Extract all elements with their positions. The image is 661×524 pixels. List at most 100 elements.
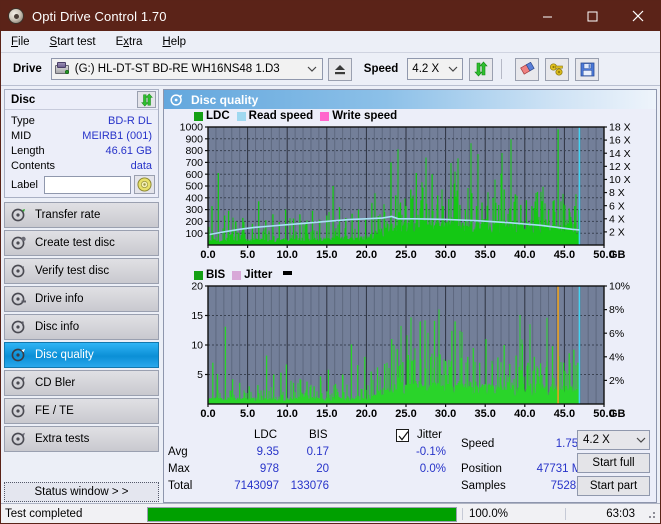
minimize-button[interactable]: [525, 1, 570, 31]
maximize-button[interactable]: [570, 1, 615, 31]
disc-test-icon: [11, 207, 27, 223]
ldc-plot[interactable]: 100 200 300 400 500 600 700 800 900 1000 2 X4 X6 X…: [164, 123, 656, 266]
legend-label: BIS: [206, 269, 226, 281]
svg-text:5.0: 5.0: [240, 249, 255, 261]
sidebar-item-extra-tests[interactable]: Extra tests: [4, 426, 159, 452]
drive-info-icon: [11, 291, 27, 307]
window-controls: [525, 1, 660, 31]
jitter-label: Jitter: [417, 429, 442, 441]
disc-refresh-button[interactable]: [137, 91, 156, 108]
sidebar-item-label: CD Bler: [35, 377, 76, 389]
save-icon: [580, 62, 595, 76]
disc-quality-icon: [11, 347, 27, 363]
refresh-icon: [140, 92, 153, 107]
sidebar-item-disc-info[interactable]: Disc info: [4, 314, 159, 340]
drive-label: Drive: [13, 63, 42, 75]
save-button[interactable]: [575, 57, 600, 81]
start-full-button[interactable]: Start full: [577, 453, 650, 473]
bitsetting-button[interactable]: [545, 57, 570, 81]
elapsed-time: 63:03: [565, 508, 645, 520]
close-button[interactable]: [615, 1, 660, 31]
svg-text:1000: 1000: [180, 123, 204, 134]
svg-text:40.0: 40.0: [514, 249, 535, 261]
svg-text:15.0: 15.0: [316, 249, 337, 261]
sidebar-item-verify-test-disc[interactable]: Verify test disc: [4, 258, 159, 284]
disc-label-row: Label: [5, 173, 158, 197]
eject-button[interactable]: [327, 57, 352, 81]
bis-plot[interactable]: 5 10 15 20 2% 4% 6% 8% 10% 0.0 5.0 10.0 15.0 20.0 25.0…: [164, 282, 656, 425]
disc-label-button[interactable]: [134, 175, 155, 194]
svg-text:0.0: 0.0: [200, 249, 215, 261]
ldc-chart-legend: LDC Read speed Write speed: [164, 109, 656, 123]
svg-text:10.0: 10.0: [276, 408, 297, 420]
disc-row-key: Type: [11, 114, 35, 127]
svg-text:45.0: 45.0: [554, 249, 575, 261]
speed-label: Speed: [363, 63, 399, 75]
refresh-button[interactable]: [469, 57, 494, 81]
disc-label-input[interactable]: [43, 175, 131, 194]
disc-row-key: MID: [11, 129, 32, 142]
svg-text:8 X: 8 X: [609, 187, 625, 199]
sidebar-item-disc-quality[interactable]: Disc quality: [4, 342, 159, 368]
disc-info-icon: [11, 319, 27, 335]
sidebar-item-label: Create test disc: [35, 237, 115, 249]
stats-row-header-max: Max: [168, 463, 190, 475]
status-text: Test completed: [5, 508, 83, 520]
sidebar-item-cd-bler[interactable]: CD Bler: [4, 370, 159, 396]
extra-tests-icon: [11, 431, 27, 447]
svg-text:12 X: 12 X: [609, 161, 631, 173]
check-icon: [398, 431, 409, 441]
sidebar-item-create-test-disc[interactable]: Create test disc: [4, 230, 159, 256]
speed-select[interactable]: 4.2 X: [407, 58, 464, 80]
svg-text:10.0: 10.0: [276, 249, 297, 261]
svg-text:14 X: 14 X: [609, 148, 631, 160]
status-window-button[interactable]: Status window > >: [4, 482, 159, 502]
menu-extra[interactable]: Extra: [114, 34, 152, 50]
svg-text:15: 15: [191, 310, 203, 322]
main-panel-title: Disc quality: [191, 92, 259, 107]
legend-label: Jitter: [244, 269, 273, 281]
toolbar: Drive (G:) HL-DT-ST BD-RE WH16NS48 1.D3 …: [1, 53, 660, 86]
menu-help[interactable]: Help: [160, 34, 195, 50]
menu-start-test[interactable]: Start test: [48, 34, 105, 50]
svg-text:10 X: 10 X: [609, 174, 631, 186]
svg-text:40.0: 40.0: [514, 408, 535, 420]
main-panel-header: Disc quality: [164, 90, 656, 109]
start-part-button[interactable]: Start part: [577, 476, 650, 496]
drive-select[interactable]: (G:) HL-DT-ST BD-RE WH16NS48 1.D3: [50, 58, 323, 80]
legend-swatch: [194, 111, 203, 121]
legend-entry-jitter: Jitter: [232, 269, 272, 281]
bis-chart-block: BIS Jitter 5 10 15 20 2% 4% 6% 8% 10% 0.0 5.0 10.0 1…: [164, 268, 656, 425]
test-speed-select[interactable]: 4.2 X: [577, 430, 650, 450]
disc-row-type: Type BD-R DL: [5, 113, 158, 128]
disc-row-contents: Contents data: [5, 158, 158, 173]
legend-swatch: [236, 111, 246, 121]
stats-jitter-max: 0.0%: [419, 463, 446, 475]
svg-text:800: 800: [185, 145, 203, 157]
sidebar: Disc Type BD-R DL MID MEIRB1 (001) Lengt…: [4, 89, 159, 503]
disc-row-value: 46.61 GB: [105, 144, 152, 157]
status-bar: Test completed 100.0% 63:03: [1, 503, 660, 523]
disc-panel: Disc Type BD-R DL MID MEIRB1 (001) Lengt…: [4, 89, 159, 198]
sidebar-item-transfer-rate[interactable]: Transfer rate: [4, 202, 159, 228]
sidebar-item-drive-info[interactable]: Drive info: [4, 286, 159, 312]
erase-button[interactable]: [515, 57, 540, 81]
resize-grip[interactable]: [645, 508, 657, 520]
svg-text:5.0: 5.0: [240, 408, 255, 420]
svg-text:GB: GB: [609, 249, 626, 261]
disc-row-value: BD-R DL: [107, 114, 152, 127]
sidebar-item-fe-te[interactable]: FE / TE: [4, 398, 159, 424]
svg-text:900: 900: [185, 133, 203, 145]
stats-jitter-avg: -0.1%: [415, 446, 446, 458]
progress-percent: 100.0%: [462, 508, 542, 520]
legend-entry-write-speed: Write speed: [320, 110, 397, 122]
svg-text:30.0: 30.0: [435, 408, 456, 420]
eject-icon: [334, 64, 345, 74]
stats-speed-label: Speed: [461, 438, 495, 450]
svg-text:25.0: 25.0: [395, 408, 416, 420]
jitter-checkbox[interactable]: [396, 429, 409, 442]
menu-file[interactable]: FFileile: [9, 34, 39, 50]
title-bar: Opti Drive Control 1.70: [1, 1, 660, 31]
disc-row-mid: MID MEIRB1 (001): [5, 128, 158, 143]
svg-text:GB: GB: [609, 408, 626, 420]
